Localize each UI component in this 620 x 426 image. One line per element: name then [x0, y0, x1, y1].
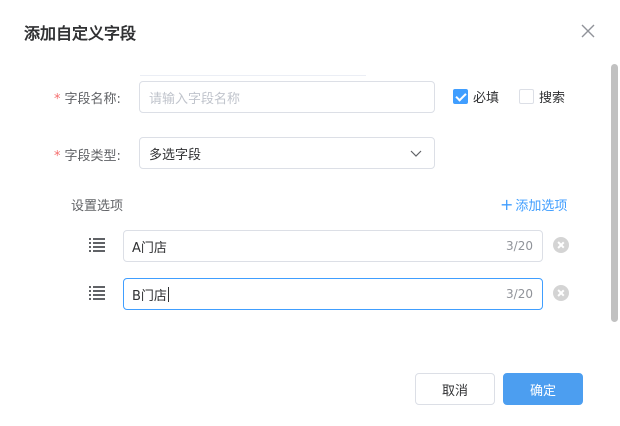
- field-name-label: * 字段名称:: [54, 92, 121, 107]
- drag-handle-icon[interactable]: [89, 238, 105, 252]
- close-icon[interactable]: [579, 22, 597, 40]
- options-section-label: 设置选项: [71, 199, 124, 214]
- option-input-1[interactable]: A门店 3/20: [123, 230, 543, 262]
- add-option-button[interactable]: + 添加选项: [500, 195, 568, 215]
- drag-handle-icon[interactable]: [89, 286, 105, 300]
- plus-icon: +: [500, 195, 514, 214]
- required-checkbox-label: 必填: [473, 91, 500, 106]
- cancel-button[interactable]: 取消: [415, 373, 495, 405]
- option-input-2[interactable]: B门店 3/20: [123, 278, 543, 310]
- remove-option-icon[interactable]: [553, 285, 569, 301]
- option-count-2: 3/20: [506, 287, 533, 301]
- search-checkbox-box[interactable]: [519, 89, 534, 104]
- search-checkbox[interactable]: 搜索: [519, 87, 565, 106]
- scrollbar-thumb[interactable]: [611, 64, 618, 322]
- add-custom-field-dialog: 添加自定义字段 * 字段名称: 请输入字段名称 必填 搜索 * 字段类型: 多选字段…: [0, 0, 620, 426]
- search-checkbox-label: 搜索: [539, 91, 566, 106]
- field-type-value: 多选字段: [149, 147, 202, 163]
- field-name-input[interactable]: 请输入字段名称: [139, 81, 435, 113]
- remove-option-icon[interactable]: [553, 237, 569, 253]
- field-name-placeholder: 请输入字段名称: [149, 91, 241, 107]
- dialog-title: 添加自定义字段: [24, 24, 137, 43]
- required-checkbox-box[interactable]: [453, 89, 468, 104]
- required-mark: *: [54, 92, 61, 107]
- add-option-label: 添加选项: [515, 199, 568, 214]
- text-caret: [167, 286, 169, 302]
- chevron-down-icon: [410, 150, 422, 157]
- scrollbar[interactable]: [609, 62, 619, 324]
- divider: [140, 75, 366, 76]
- required-mark: *: [54, 149, 61, 164]
- required-checkbox[interactable]: 必填: [453, 87, 499, 106]
- field-type-label: * 字段类型:: [54, 149, 121, 164]
- field-type-select[interactable]: 多选字段: [139, 137, 435, 169]
- option-value-2: B门店: [132, 288, 167, 304]
- confirm-button[interactable]: 确定: [503, 373, 583, 405]
- option-value-1: A门店: [132, 240, 167, 256]
- option-count-1: 3/20: [506, 239, 533, 253]
